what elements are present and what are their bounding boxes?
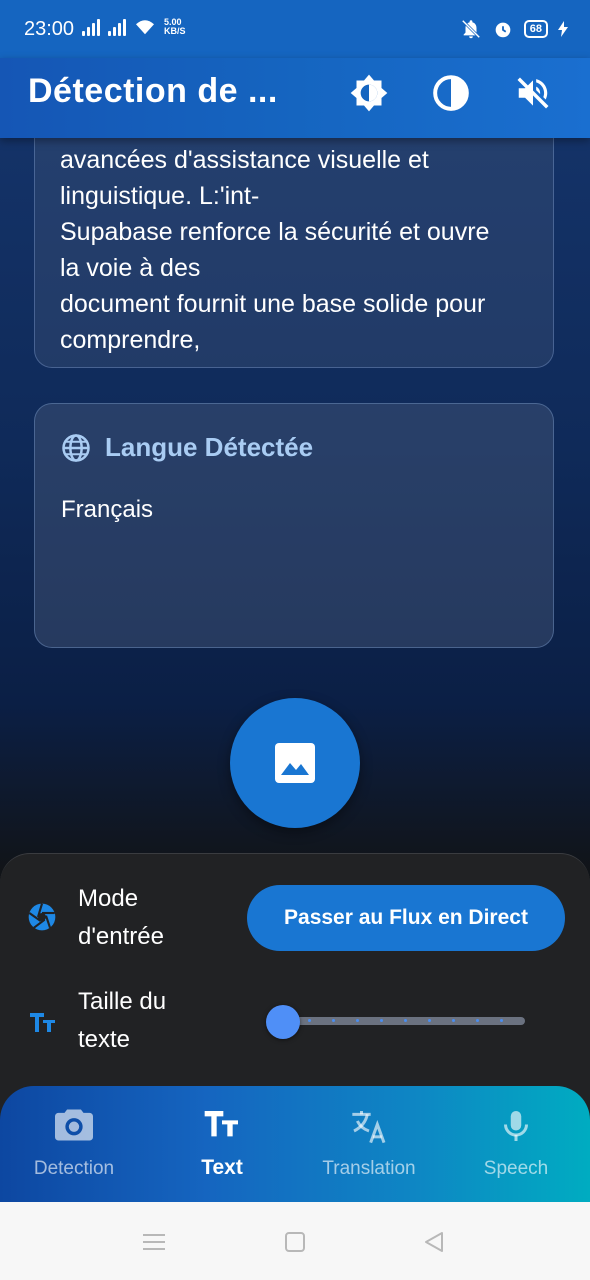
nav-label: Detection: [33, 1158, 115, 1179]
alarm-icon: [495, 22, 511, 38]
status-right-icons: 68: [460, 18, 568, 40]
mic-icon: [504, 1111, 528, 1141]
nav-label: Text: [201, 1156, 243, 1179]
pick-image-button[interactable]: [230, 698, 360, 828]
wifi-icon: [136, 20, 154, 35]
network-speed: 5.00 KB/S: [164, 17, 186, 36]
translate-icon: [352, 1111, 386, 1144]
notifications-off-icon: [461, 19, 480, 39]
bottom-navigation: Detection Text Translation Speech: [0, 1086, 590, 1202]
input-mode-label: Mode d'entrée: [78, 885, 164, 950]
slider-tick: [500, 1019, 503, 1022]
text-size-slider-thumb[interactable]: [266, 1005, 300, 1039]
home-icon[interactable]: [285, 1232, 305, 1252]
image-icon: [275, 743, 315, 783]
brightness-toggle-button[interactable]: [348, 72, 390, 114]
battery-indicator: 68: [523, 20, 548, 38]
brightness-icon: [350, 74, 388, 112]
signal-icon: [108, 18, 126, 36]
signal-icon: [82, 18, 100, 36]
status-time: 23:00: [24, 18, 75, 40]
mute-toggle-button[interactable]: [512, 72, 554, 114]
status-network-icons: 5.00 KB/S: [82, 18, 186, 36]
back-icon[interactable]: [424, 1231, 444, 1253]
language-card-header: Langue Détectée: [61, 432, 313, 463]
nav-item-text[interactable]: Text: [148, 1086, 296, 1202]
slider-tick: [428, 1019, 431, 1022]
text-line: comprendre,: [60, 326, 201, 354]
text-fields-icon: [204, 1111, 238, 1137]
contrast-icon: [433, 75, 469, 111]
nav-item-translation[interactable]: Translation: [295, 1086, 443, 1202]
text-line: la voie à des: [60, 254, 201, 282]
nav-item-detection[interactable]: Detection: [0, 1086, 148, 1202]
app-bar: Détection de ...: [0, 58, 590, 138]
system-navigation-bar: [0, 1202, 590, 1280]
slider-tick: [356, 1019, 359, 1022]
contrast-toggle-button[interactable]: [430, 72, 472, 114]
text-size-slider-track[interactable]: [284, 1017, 525, 1025]
nav-item-speech[interactable]: Speech: [442, 1086, 590, 1202]
menu-icon[interactable]: [143, 1233, 165, 1251]
globe-icon: [62, 433, 90, 462]
text-size-label: Taille du texte: [78, 988, 167, 1053]
app-title: Détection de ...: [28, 72, 278, 110]
slider-tick: [452, 1019, 455, 1022]
language-card-title: Langue Détectée: [105, 432, 314, 462]
nav-label: Speech: [483, 1158, 549, 1179]
slider-tick: [380, 1019, 383, 1022]
text-line: Supabase renforce la sécurité et ouvre: [60, 218, 490, 246]
detected-language-card: Langue Détectée Français: [34, 403, 554, 648]
slider-tick: [404, 1019, 407, 1022]
charging-icon: [558, 21, 568, 37]
volume-off-icon: [517, 77, 549, 109]
text-size-icon: [30, 1013, 55, 1032]
text-line: document fournit une base solide pour: [60, 290, 486, 318]
slider-tick: [332, 1019, 335, 1022]
detected-language-value: Français: [61, 496, 154, 523]
switch-live-stream-button[interactable]: Passer au Flux en Direct: [247, 885, 565, 951]
status-bar: 23:00 5.00 KB/S 68: [0, 0, 590, 58]
nav-label: Translation: [322, 1158, 416, 1179]
text-line: linguistique. L:'int-: [60, 182, 260, 210]
camera-shutter-icon: [28, 903, 56, 931]
text-line: avancées d'assistance visuelle et: [60, 146, 429, 174]
slider-tick: [476, 1019, 479, 1022]
app-bar-actions: [348, 72, 554, 114]
extracted-text: avancées d'assistance visuelle et lingui…: [35, 132, 553, 358]
camera-icon: [55, 1109, 93, 1141]
slider-tick: [308, 1019, 311, 1022]
extracted-text-card: avancées d'assistance visuelle et lingui…: [34, 120, 554, 368]
